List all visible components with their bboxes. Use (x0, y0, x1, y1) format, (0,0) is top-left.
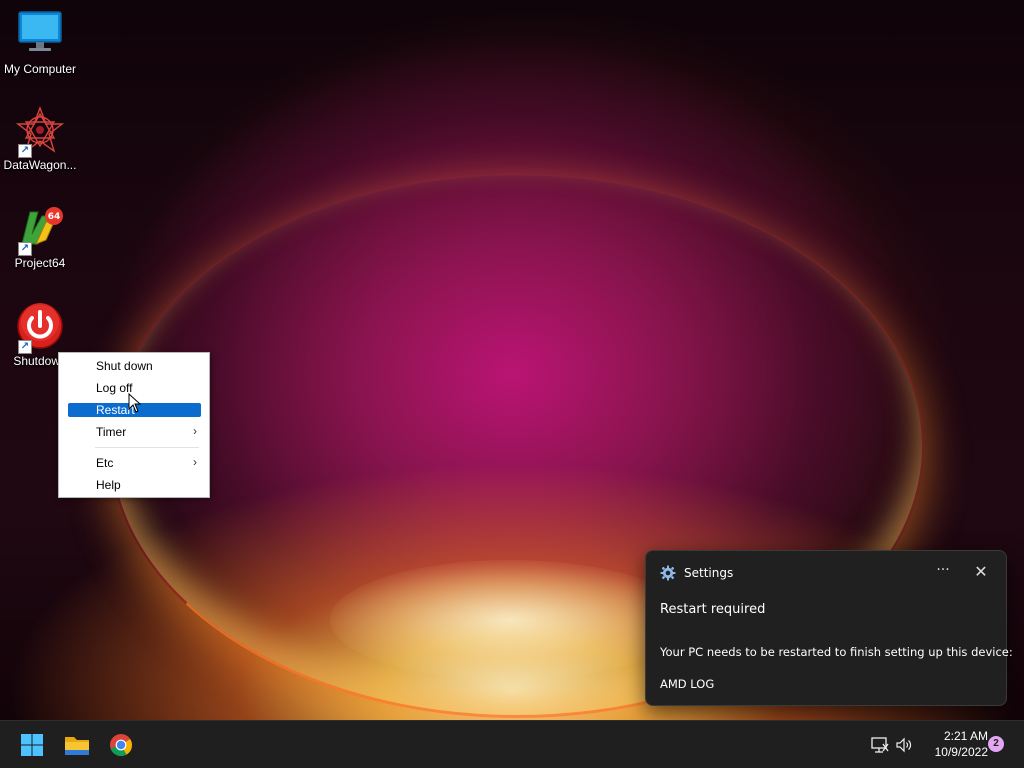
file-explorer-button[interactable] (61, 729, 93, 761)
menu-item-label: Shut down (96, 359, 153, 373)
clock-date: 10/9/2022 (934, 745, 988, 759)
monitor-icon (16, 10, 64, 58)
file-explorer-icon (65, 737, 89, 755)
gear-icon (660, 565, 676, 581)
menu-item-etc[interactable]: Etc › (68, 455, 201, 470)
svg-text:64: 64 (48, 212, 61, 222)
taskbar-clock[interactable]: 2:21 AM 10/9/2022 (918, 728, 988, 760)
datawagon-icon: ↗ (15, 106, 65, 158)
menu-separator (95, 447, 199, 448)
chrome-icon (110, 734, 132, 757)
volume-icon[interactable] (894, 735, 914, 755)
start-icon (21, 734, 43, 756)
desktop-icon-my-computer[interactable]: My Computer (0, 10, 80, 76)
wallpaper-glow (330, 560, 690, 680)
clock-time: 2:21 AM (943, 729, 988, 743)
menu-item-shut-down[interactable]: Shut down (68, 359, 201, 373)
start-button[interactable] (16, 729, 48, 761)
shortcut-arrow-icon: ↗ (18, 144, 32, 158)
menu-item-timer[interactable]: Timer › (68, 424, 201, 439)
shortcut-arrow-icon: ↗ (18, 242, 32, 256)
desktop-icon-project64[interactable]: 64 ↗ Project64 (0, 204, 80, 270)
mouse-cursor-icon (128, 392, 142, 413)
close-icon[interactable]: ✕ (970, 561, 992, 583)
notification-count-badge[interactable]: 2 (988, 736, 1004, 752)
network-icon[interactable] (870, 735, 890, 755)
toast-device-name: AMD LOG (660, 677, 715, 691)
taskbar: 2:21 AM 10/9/2022 2 (0, 720, 1024, 768)
toast-app-name: Settings (684, 566, 734, 580)
desktop-icon-datawagon[interactable]: ↗ DataWagon... (0, 106, 80, 172)
toast-body: Your PC needs to be restarted to finish … (660, 645, 1013, 659)
menu-item-help[interactable]: Help (68, 478, 201, 492)
project64-icon: 64 ↗ (16, 204, 64, 256)
menu-item-label: Help (96, 478, 121, 492)
chevron-right-icon: › (193, 424, 197, 438)
desktop-icon-label: My Computer (3, 62, 77, 76)
context-menu: Shut down Log off Restart Timer › Etc › … (58, 352, 210, 498)
more-options-icon[interactable]: ··· (932, 561, 954, 583)
desktop-icon-label: DataWagon... (3, 158, 77, 172)
toast-title: Restart required (660, 602, 766, 617)
menu-item-label: Log off (96, 381, 133, 395)
menu-item-label: Etc (96, 456, 114, 470)
chrome-button[interactable] (105, 729, 137, 761)
shortcut-arrow-icon: ↗ (18, 340, 32, 354)
desktop-icon-label: Project64 (14, 256, 66, 270)
power-icon: ↗ (16, 302, 64, 354)
menu-item-label: Timer (96, 425, 127, 439)
chevron-right-icon: › (193, 455, 197, 469)
toast-notification[interactable]: Settings ··· ✕ Restart required Your PC … (645, 550, 1013, 706)
